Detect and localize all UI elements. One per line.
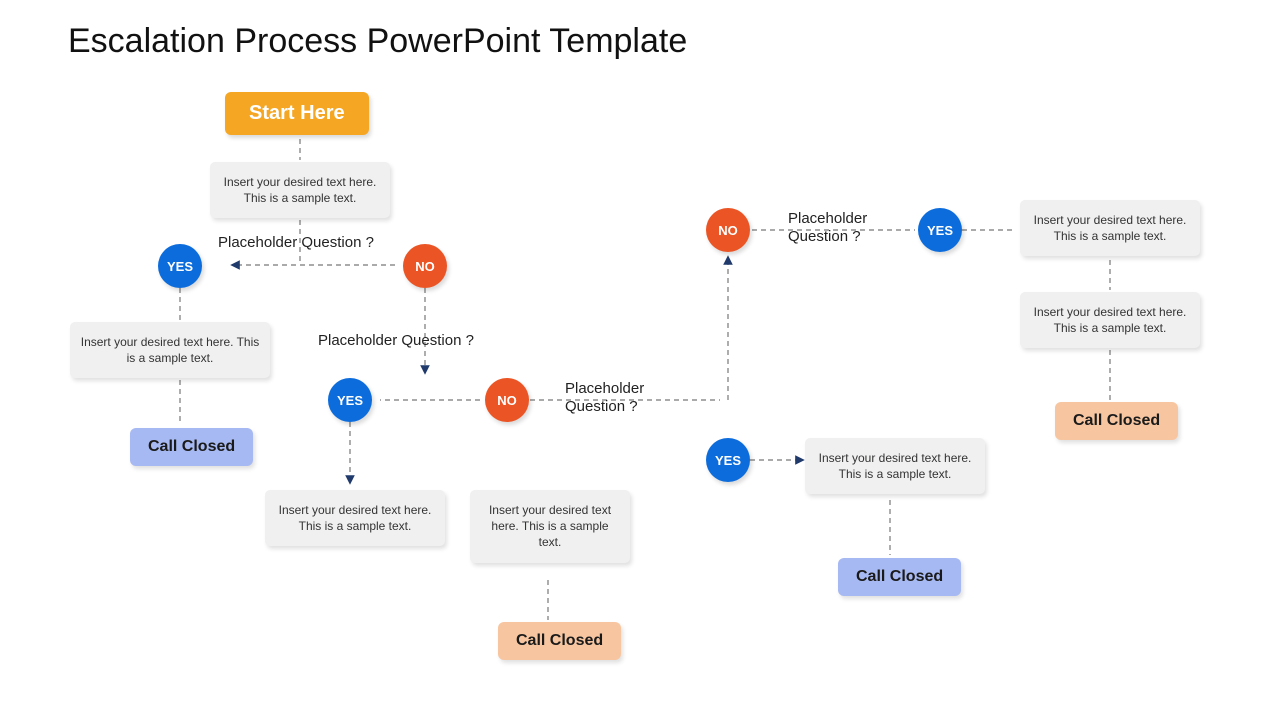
- text-box: Insert your desired text here. This is a…: [470, 490, 630, 563]
- yes-node: YES: [918, 208, 962, 252]
- no-node: NO: [485, 378, 529, 422]
- question-label: Placeholder Question ?: [218, 234, 374, 252]
- text-box: Insert your desired text here. This is a…: [805, 438, 985, 494]
- text-box: Insert your desired text here. This is a…: [70, 322, 270, 378]
- text-box: Insert your desired text here. This is a…: [1020, 292, 1200, 348]
- call-closed-node: Call Closed: [130, 428, 253, 466]
- text-box: Insert your desired text here. This is a…: [210, 162, 390, 218]
- start-node: Start Here: [225, 92, 369, 135]
- yes-node: YES: [158, 244, 202, 288]
- no-node: NO: [403, 244, 447, 288]
- yes-node: YES: [706, 438, 750, 482]
- page-title: Escalation Process PowerPoint Template: [68, 22, 687, 61]
- question-label: PlaceholderQuestion ?: [788, 210, 867, 246]
- call-closed-node: Call Closed: [838, 558, 961, 596]
- call-closed-node: Call Closed: [1055, 402, 1178, 440]
- text-box: Insert your desired text here. This is a…: [265, 490, 445, 546]
- yes-node: YES: [328, 378, 372, 422]
- no-node: NO: [706, 208, 750, 252]
- call-closed-node: Call Closed: [498, 622, 621, 660]
- text-box: Insert your desired text here. This is a…: [1020, 200, 1200, 256]
- question-label: PlaceholderQuestion ?: [565, 380, 644, 416]
- question-label: Placeholder Question ?: [318, 332, 474, 350]
